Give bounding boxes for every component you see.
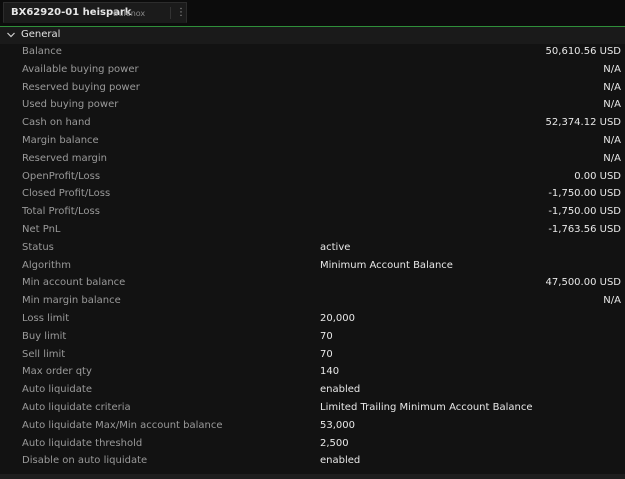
property-row[interactable]: Cash on hand 52,374.12 USD	[0, 115, 625, 133]
property-row[interactable]: Total Profit/Loss -1,750.00 USD	[0, 204, 625, 222]
property-label: Used buying power	[22, 99, 119, 111]
property-label: Loss limit	[22, 312, 70, 324]
property-label: Auto liquidate criteria	[22, 401, 131, 413]
property-value: Limited Trailing Minimum Account Balance	[320, 401, 533, 413]
property-value: N/A	[603, 295, 621, 307]
tab-subtitle: Bulenox	[113, 9, 146, 18]
property-value: 70	[320, 330, 333, 342]
property-row[interactable]: Balance 50,610.56 USD	[0, 44, 625, 62]
property-value: N/A	[603, 63, 621, 75]
property-row[interactable]: Algorithm Minimum Account Balance	[0, 258, 625, 276]
property-label: OpenProfit/Loss	[22, 170, 101, 182]
property-label: Total Profit/Loss	[22, 206, 100, 218]
property-row[interactable]: Max order qty 140	[0, 364, 625, 382]
property-row[interactable]: Disable on auto liquidate enabled	[0, 453, 625, 471]
property-value: N/A	[603, 81, 621, 93]
property-label: Auto liquidate Max/Min account balance	[22, 419, 223, 431]
property-value: active	[320, 241, 351, 253]
account-properties-panel: General Balance 50,610.56 USD Available bu…	[0, 27, 625, 474]
property-label: Sell limit	[22, 348, 66, 360]
property-row[interactable]: Loss limit 20,000	[0, 311, 625, 329]
property-label: Algorithm	[22, 259, 71, 271]
property-value: 52,374.12 USD	[545, 117, 621, 129]
property-label: Reserved margin	[22, 152, 107, 164]
property-label: Min margin balance	[22, 295, 121, 307]
property-label: Balance	[22, 46, 62, 57]
property-row[interactable]: Net PnL -1,763.56 USD	[0, 222, 625, 240]
property-value: Minimum Account Balance	[320, 259, 453, 271]
property-label: Max order qty	[22, 366, 92, 378]
property-row[interactable]: Min account balance 47,500.00 USD	[0, 275, 625, 293]
property-value: 70	[320, 348, 333, 360]
section-label: General	[21, 29, 61, 40]
property-label: Status	[22, 241, 54, 253]
property-label: Cash on hand	[22, 117, 91, 129]
account-tab[interactable]: BX62920-01 heispark Bulenox ⋮	[3, 2, 187, 23]
property-row[interactable]: Reserved buying power N/A	[0, 80, 625, 98]
tab-bar: BX62920-01 heispark Bulenox ⋮	[0, 0, 625, 27]
property-row[interactable]: OpenProfit/Loss 0.00 USD	[0, 169, 625, 187]
property-label: Buy limit	[22, 330, 67, 342]
property-label: Closed Profit/Loss	[22, 188, 111, 200]
property-value: 20,000	[320, 312, 355, 324]
property-value: 2,500	[320, 437, 349, 449]
chevron-down-icon[interactable]	[6, 30, 16, 40]
property-value: 47,500.00 USD	[545, 277, 621, 289]
property-label: Disable on auto liquidate	[22, 455, 148, 467]
property-value: N/A	[603, 134, 621, 146]
tab-divider	[170, 7, 171, 19]
property-row[interactable]: Closed Profit/Loss -1,750.00 USD	[0, 186, 625, 204]
property-row[interactable]: Available buying power N/A	[0, 62, 625, 80]
section-header-general[interactable]: General	[0, 27, 625, 44]
properties-list: Balance 50,610.56 USD Available buying pow…	[0, 44, 625, 471]
property-row[interactable]: Reserved margin N/A	[0, 151, 625, 169]
property-row[interactable]: Used buying power N/A	[0, 97, 625, 115]
property-value: -1,750.00 USD	[548, 188, 621, 200]
property-label: Net PnL	[22, 223, 61, 235]
property-value: enabled	[320, 384, 361, 396]
property-row[interactable]: Buy limit 70	[0, 329, 625, 347]
property-row[interactable]: Auto liquidate criteria Limited Trailing …	[0, 400, 625, 418]
property-row[interactable]: Status active	[0, 240, 625, 258]
property-value: 50,610.56 USD	[545, 46, 621, 57]
property-label: Reserved buying power	[22, 81, 140, 93]
property-label: Available buying power	[22, 63, 139, 75]
property-value: -1,763.56 USD	[548, 223, 621, 235]
account-window: BX62920-01 heispark Bulenox ⋮ General Ba…	[0, 0, 625, 479]
horizontal-scrollbar[interactable]	[0, 474, 625, 479]
property-row[interactable]: Auto liquidate threshold 2,500	[0, 436, 625, 454]
property-value: -1,750.00 USD	[548, 206, 621, 218]
property-label: Min account balance	[22, 277, 126, 289]
property-row[interactable]: Margin balance N/A	[0, 133, 625, 151]
property-value: enabled	[320, 455, 361, 467]
property-label: Auto liquidate	[22, 384, 92, 396]
property-label: Margin balance	[22, 134, 99, 146]
property-value: 140	[320, 366, 340, 378]
property-label: Auto liquidate threshold	[22, 437, 143, 449]
property-value: N/A	[603, 152, 621, 164]
vertical-ellipsis-icon[interactable]: ⋮	[176, 6, 186, 19]
property-value: N/A	[603, 99, 621, 111]
property-value: 53,000	[320, 419, 355, 431]
property-row[interactable]: Auto liquidate Max/Min account balance 53…	[0, 418, 625, 436]
property-row[interactable]: Sell limit 70	[0, 347, 625, 365]
property-row[interactable]: Min margin balance N/A	[0, 293, 625, 311]
property-row[interactable]: Auto liquidate enabled	[0, 382, 625, 400]
property-value: 0.00 USD	[574, 170, 621, 182]
